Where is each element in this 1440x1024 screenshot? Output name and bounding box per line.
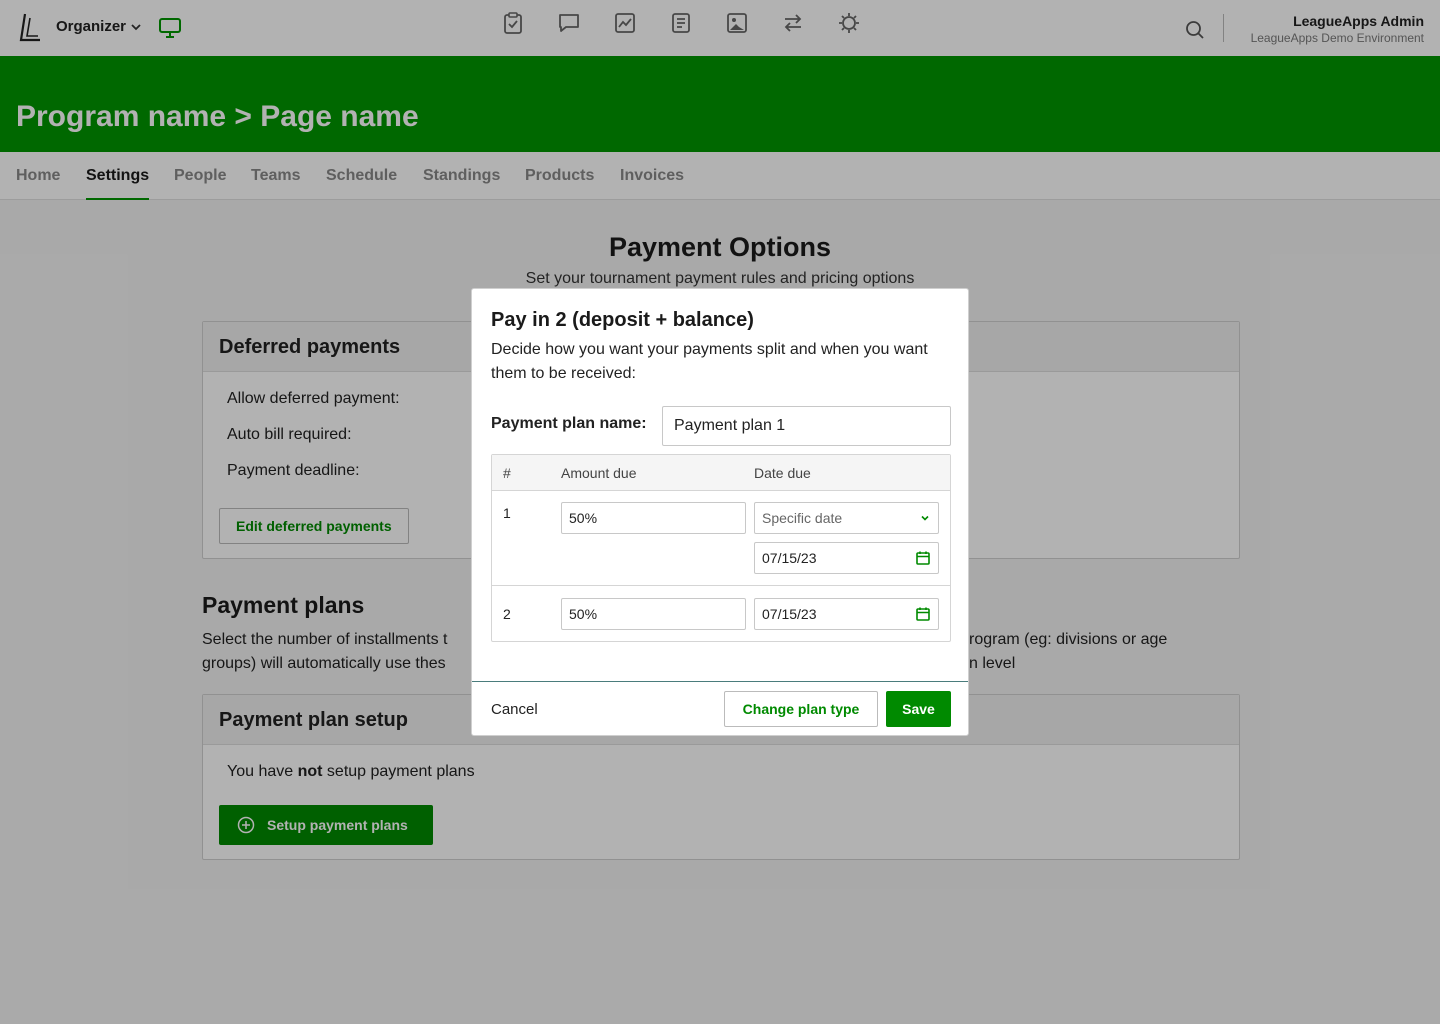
plan-name-label: Payment plan name: xyxy=(491,415,647,432)
date-input[interactable]: 07/15/23 xyxy=(754,542,939,574)
column-header-number: # xyxy=(503,465,511,481)
change-plan-type-button[interactable]: Change plan type xyxy=(724,691,878,727)
installments-table: # Amount due Date due 1 50% Specific dat… xyxy=(491,454,951,642)
installment-number: 1 xyxy=(503,505,511,521)
row-divider xyxy=(492,585,950,586)
save-button[interactable]: Save xyxy=(886,691,951,727)
modal-description: Decide how you want your payments split … xyxy=(491,341,928,382)
modal-title: Pay in 2 (deposit + balance) xyxy=(491,309,754,331)
cancel-button[interactable]: Cancel xyxy=(491,701,538,718)
calendar-icon[interactable] xyxy=(915,606,931,622)
chevron-down-icon xyxy=(921,515,929,521)
column-header-amount: Amount due xyxy=(561,465,637,481)
date-type-select[interactable]: Specific date xyxy=(754,502,939,534)
table-header: # Amount due Date due xyxy=(492,455,950,491)
amount-input[interactable]: 50% xyxy=(561,502,746,534)
modal-footer-divider xyxy=(472,681,968,682)
column-header-date: Date due xyxy=(754,465,811,481)
payment-plan-modal: Pay in 2 (deposit + balance) Decide how … xyxy=(471,288,969,736)
amount-input[interactable]: 50% xyxy=(561,598,746,630)
plan-name-input[interactable] xyxy=(662,406,951,446)
installment-number: 2 xyxy=(503,606,511,622)
calendar-icon[interactable] xyxy=(915,550,931,566)
date-input[interactable]: 07/15/23 xyxy=(754,598,939,630)
